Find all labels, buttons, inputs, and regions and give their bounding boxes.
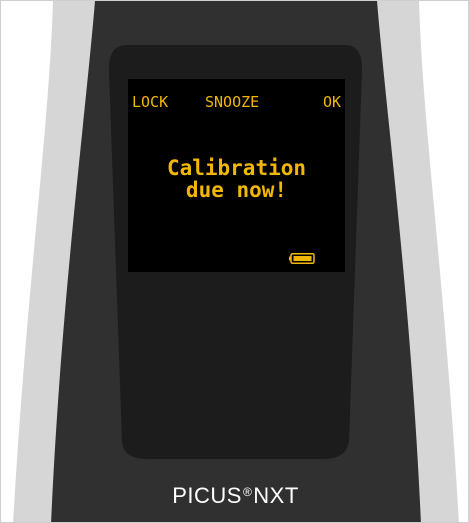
calibration-message-line1: Calibration xyxy=(166,156,307,180)
softkey-snooze[interactable]: SNOOZE xyxy=(205,93,259,111)
brand-model: NXT xyxy=(253,483,299,508)
softkey-ok[interactable]: OK xyxy=(323,93,341,111)
softkey-lock[interactable]: LOCK xyxy=(132,93,168,111)
battery-fill xyxy=(293,256,312,261)
lcd-screen: LOCK SNOOZE OK Calibration due now! xyxy=(128,79,345,272)
brand-label: PICUS®NXT xyxy=(1,483,468,509)
brand-name: PICUS xyxy=(172,483,242,508)
calibration-message-line2: due now! xyxy=(185,178,288,202)
battery-icon xyxy=(289,253,315,264)
registered-mark: ® xyxy=(242,485,253,499)
device-image-frame: LOCK SNOOZE OK Calibration due now! PICU… xyxy=(0,0,469,523)
